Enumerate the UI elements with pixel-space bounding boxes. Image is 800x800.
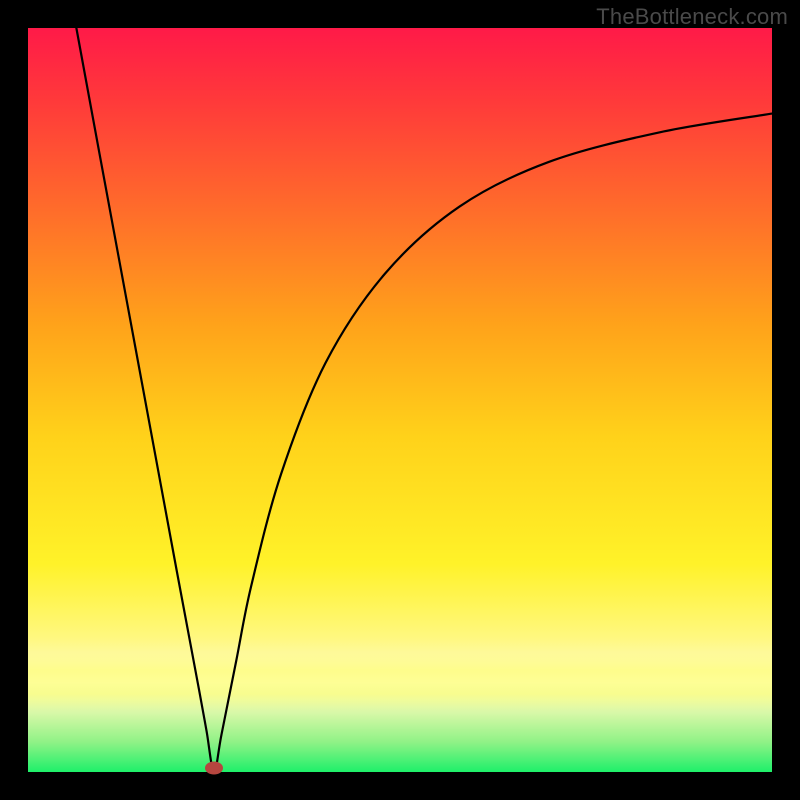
minimum-marker [205, 762, 223, 775]
bottleneck-curve [76, 28, 772, 772]
chart-stage: TheBottleneck.com [0, 0, 800, 800]
curve-svg [28, 28, 772, 772]
plot-area [28, 28, 772, 772]
watermark-text: TheBottleneck.com [596, 4, 788, 30]
